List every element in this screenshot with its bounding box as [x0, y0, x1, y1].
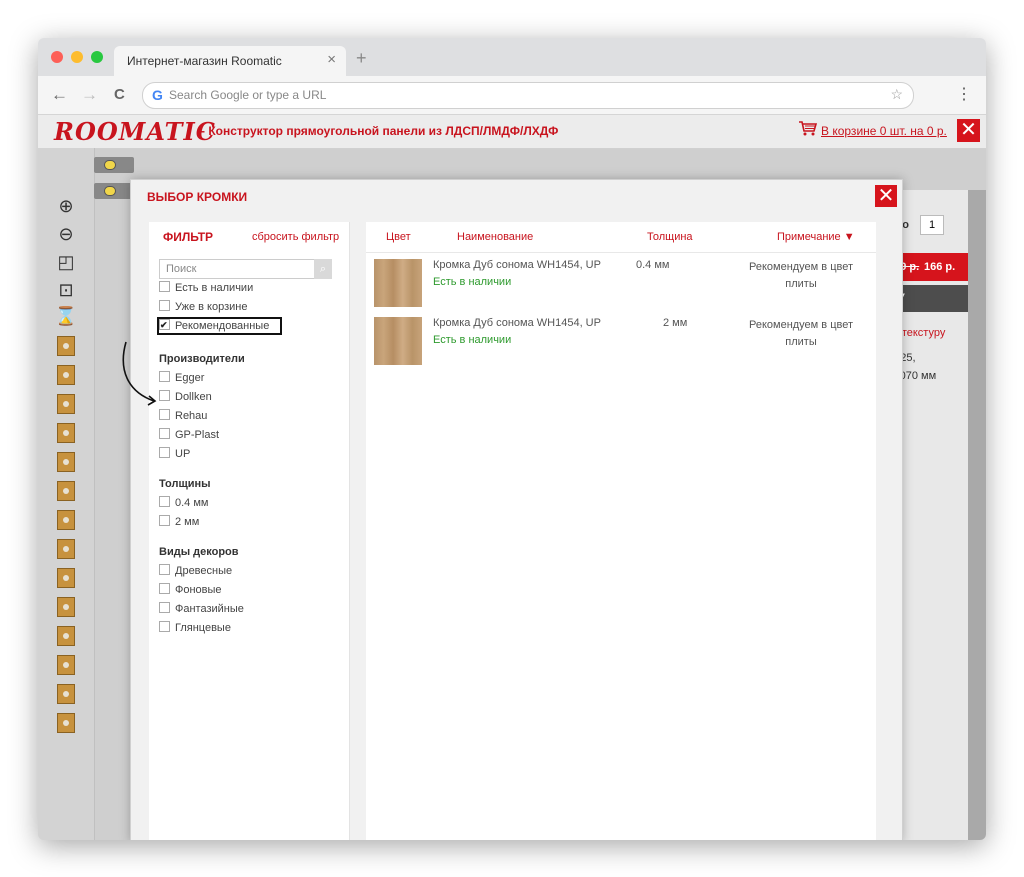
tab-bar: Интернет-магазин Roomatic × + — [38, 38, 986, 76]
edge-tool-icon[interactable] — [57, 568, 75, 588]
site-header: ROOMATIC - Конструктор прямоугольной пан… — [38, 115, 986, 149]
edge-tool-icon[interactable] — [57, 452, 75, 472]
color-swatch — [374, 259, 422, 307]
close-window-button[interactable] — [51, 51, 63, 63]
filter-thickness[interactable]: 0.4 мм — [159, 495, 208, 511]
bookmark-star-icon[interactable]: ☆ — [890, 86, 903, 103]
filter-in-stock[interactable]: Есть в наличии — [159, 280, 253, 296]
column-header-color[interactable]: Цвет — [386, 231, 411, 243]
browser-menu-icon[interactable]: ⋮ — [956, 84, 972, 104]
row-availability: Есть в наличии — [433, 276, 512, 288]
edge-tool-icon[interactable] — [57, 684, 75, 704]
forward-icon[interactable]: → — [81, 85, 98, 105]
maximize-window-button[interactable] — [91, 51, 103, 63]
row-availability: Есть в наличии — [433, 334, 512, 346]
cart-icon[interactable] — [798, 121, 818, 137]
edge-tool-icon[interactable] — [57, 626, 75, 646]
new-tab-button[interactable]: + — [356, 48, 367, 69]
zoom-out-icon[interactable]: ⊖ — [54, 222, 78, 246]
filter-manufacturer[interactable]: Dollken — [159, 389, 212, 405]
cart-link[interactable]: В корзине 0 шт. на 0 р. — [821, 124, 947, 138]
row-thickness: 0.4 мм — [636, 259, 670, 271]
left-toolbar: ⊕ ⊖ ◰ ⊡ ⌛ — [38, 148, 95, 840]
new-price: 166 р. — [924, 261, 956, 273]
manufacturers-heading: Производители — [159, 353, 245, 365]
edge-tool-icon[interactable] — [57, 336, 75, 356]
table-row[interactable]: Кромка Дуб сонома WH1454, UP Есть в нали… — [366, 259, 876, 317]
edge-tool-icon[interactable] — [57, 481, 75, 501]
tab-title: Интернет-магазин Roomatic — [127, 54, 282, 68]
edge-tool-icon[interactable] — [57, 713, 75, 733]
color-swatch — [374, 317, 422, 365]
layer-toggles — [94, 157, 134, 199]
filter-decor[interactable]: Фоновые — [159, 582, 222, 598]
back-icon[interactable]: ← — [51, 85, 68, 105]
search-input[interactable]: Поиск — [159, 259, 329, 279]
decor-heading: Виды декоров — [159, 546, 239, 558]
zoom-width-icon[interactable]: ⌛ — [54, 304, 78, 328]
column-header-thickness[interactable]: Толщина — [647, 231, 693, 243]
row-note: Рекомендуем в цвет плиты — [748, 319, 854, 348]
column-header-name[interactable]: Наименование — [457, 231, 533, 243]
zoom-fit-icon[interactable]: ◰ — [54, 250, 78, 274]
site-logo[interactable]: ROOMATIC — [54, 117, 216, 146]
address-input[interactable]: Search Google or type a URL — [169, 88, 326, 102]
edge-tool-icon[interactable] — [57, 655, 75, 675]
edge-tool-icon[interactable] — [57, 510, 75, 530]
layer-toggle[interactable] — [94, 183, 134, 199]
address-bar-row: ← → C G Search Google or type a URL ☆ ⋮ — [38, 76, 986, 115]
modal-close-button[interactable]: ✕ — [875, 185, 897, 207]
reload-icon[interactable]: C — [114, 86, 125, 103]
header-close-button[interactable]: ✕ — [957, 119, 980, 142]
row-note: Рекомендуем в цвет плиты — [748, 261, 854, 290]
thickness-heading: Толщины — [159, 478, 211, 490]
filter-decor[interactable]: Древесные — [159, 563, 232, 579]
site-subtitle: - Конструктор прямоугольной панели из ЛД… — [201, 124, 559, 138]
row-name: Кромка Дуб сонома WH1454, UP — [433, 317, 601, 329]
edge-tool-icon[interactable] — [57, 423, 75, 443]
page-content: ROOMATIC - Конструктор прямоугольной пан… — [38, 115, 986, 840]
filter-manufacturer[interactable]: Egger — [159, 370, 204, 386]
table-row[interactable]: Кромка Дуб сонома WH1454, UP Есть в нали… — [366, 317, 876, 375]
filter-manufacturer[interactable]: Rehau — [159, 408, 207, 424]
filter-decor[interactable]: Глянцевые — [159, 620, 231, 636]
edge-tool-icon[interactable] — [57, 597, 75, 617]
recommended-highlight-box — [157, 317, 282, 335]
row-thickness: 2 мм — [663, 317, 688, 329]
header-divider — [366, 252, 876, 253]
annotation-arrow-icon — [122, 341, 157, 406]
filter-decor[interactable]: Фантазийные — [159, 601, 244, 617]
layer-toggle[interactable] — [94, 157, 134, 173]
reset-filter-link[interactable]: сбросить фильтр — [252, 231, 339, 243]
minimize-window-button[interactable] — [71, 51, 83, 63]
browser-tab[interactable]: Интернет-магазин Roomatic × — [114, 46, 346, 76]
column-header-note[interactable]: Примечание ▼ — [777, 231, 855, 243]
browser-window: Интернет-магазин Roomatic × + ← → C G Se… — [38, 38, 986, 840]
modal-title: ВЫБОР КРОМКИ — [147, 190, 248, 204]
filter-thickness[interactable]: 2 мм — [159, 514, 199, 530]
address-bar[interactable]: G Search Google or type a URL ☆ — [142, 82, 914, 109]
edge-selection-modal: ВЫБОР КРОМКИ ✕ ФИЛЬТР сбросить фильтр По… — [130, 179, 903, 840]
search-icon[interactable]: ⌕ — [314, 259, 332, 279]
filter-panel: ФИЛЬТР сбросить фильтр Поиск ⌕ Есть в на… — [149, 222, 350, 840]
page-scroll-edge — [968, 190, 986, 840]
google-icon: G — [152, 87, 163, 103]
zoom-in-icon[interactable]: ⊕ — [54, 194, 78, 218]
zoom-reset-icon[interactable]: ⊡ — [54, 278, 78, 302]
edge-tool-icon[interactable] — [57, 539, 75, 559]
qty-input[interactable]: 1 — [920, 215, 944, 235]
filter-title: ФИЛЬТР — [163, 230, 214, 244]
results-table: Цвет Наименование Толщина Примечание ▼ К… — [366, 222, 876, 840]
filter-in-cart[interactable]: Уже в корзине — [159, 299, 247, 315]
edge-tool-icon[interactable] — [57, 365, 75, 385]
row-name: Кромка Дуб сонома WH1454, UP — [433, 259, 601, 271]
filter-manufacturer[interactable]: GP-Plast — [159, 427, 219, 443]
edge-tool-icon[interactable] — [57, 394, 75, 414]
tab-close-icon[interactable]: × — [327, 51, 336, 68]
filter-manufacturer[interactable]: UP — [159, 446, 190, 462]
